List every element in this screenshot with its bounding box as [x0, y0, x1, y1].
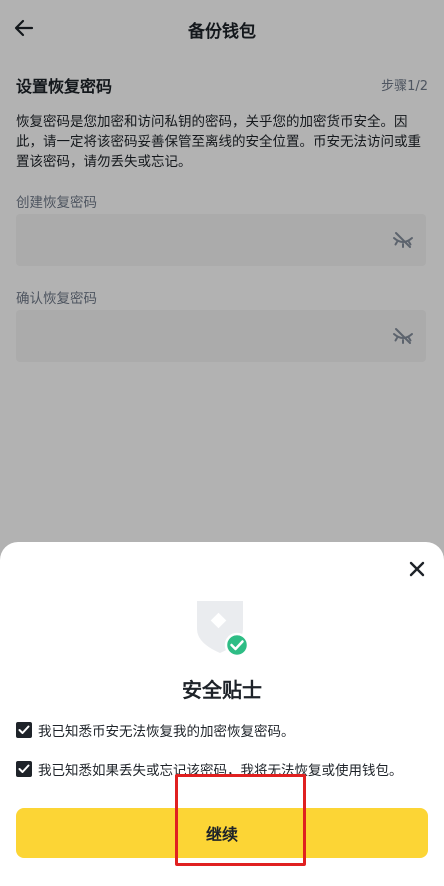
security-tips-sheet: 安全贴士 我已知悉币安无法恢复我的加密恢复密码。 我已知悉如果丢失或忘记该密码，…: [0, 542, 444, 886]
sheet-title: 安全贴士: [182, 678, 262, 702]
close-icon[interactable]: [406, 558, 428, 580]
checkbox-checked[interactable]: [16, 761, 32, 777]
checkbox-label: 我已知悉币安无法恢复我的加密恢复密码。: [38, 724, 295, 740]
shield-check-icon: [197, 601, 250, 657]
acknowledge-checkbox-1[interactable]: 我已知悉币安无法恢复我的加密恢复密码。: [16, 720, 295, 740]
checkbox-checked[interactable]: [16, 722, 32, 738]
annotation-highlight-box: [175, 774, 306, 866]
